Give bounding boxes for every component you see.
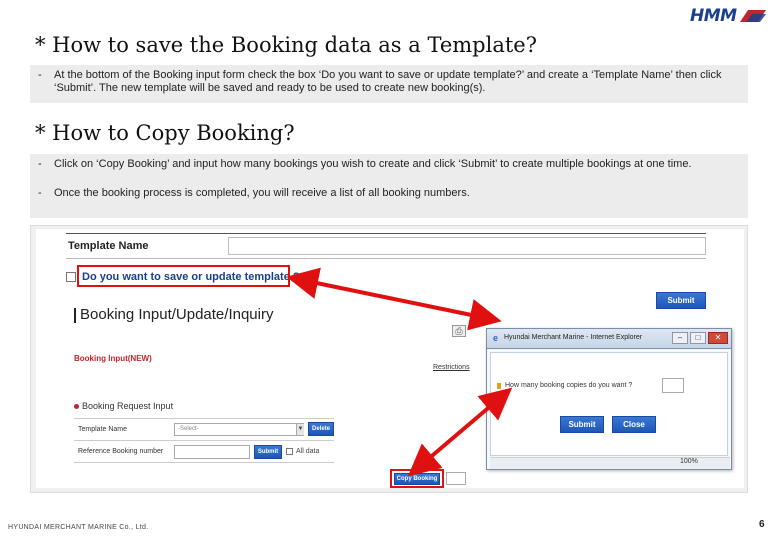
divider [66,258,706,259]
section1-heading: * How to save the Booking data as a Temp… [35,33,537,57]
popup-close-button[interactable]: Close [612,416,656,433]
footer-company: HYUNDAI MERCHANT MARINE Co., Ltd. [8,524,149,531]
bullet-icon [74,404,79,409]
booking-input-new-label: Booking Input(NEW) [74,354,152,363]
delete-template-button[interactable]: Delete [308,422,334,436]
template-name-row-label: Template Name [78,426,128,433]
hmm-logo-text: HMM [690,6,737,26]
copy-count-field[interactable] [446,472,466,485]
section1-note: - At the bottom of the Booking input for… [30,65,748,103]
section2-note-2: Once the booking process is completed, y… [54,187,470,199]
popup-body [490,352,728,456]
close-icon[interactable]: ✕ [708,332,728,344]
template-select[interactable]: -Select- [174,423,304,436]
save-template-checkbox[interactable] [66,272,76,282]
section2-note-1: Click on ‘Copy Booking’ and input how ma… [54,158,692,170]
booking-copies-input[interactable] [662,378,684,393]
zoom-level[interactable]: 100% [680,458,698,465]
note-dash: - [38,187,42,199]
maximize-icon[interactable]: □ [690,332,706,344]
reference-booking-label: Reference Booking number [78,448,164,455]
bullet-icon [497,383,501,389]
reference-submit-button[interactable]: Submit [254,445,282,459]
all-data-checkbox[interactable] [286,448,293,455]
chevron-down-icon[interactable]: ▼ [296,424,304,435]
browser-icon: e [493,333,499,343]
submit-template-button[interactable]: Submit [656,292,706,309]
page-number: 6 [759,519,765,530]
reference-booking-input[interactable] [174,445,250,459]
divider [74,418,334,419]
hmm-logo: HMM [690,6,770,30]
divider [74,462,334,463]
all-data-label: All data [296,448,320,455]
title-bar-mark [74,308,76,323]
section2-heading: * How to Copy Booking? [35,121,295,145]
booking-form-title: Booking Input/Update/Inquiry [80,306,274,323]
print-icon[interactable]: ⎙ [452,325,466,337]
booking-request-input-label: Booking Request Input [82,401,174,411]
template-name-input[interactable] [228,237,706,255]
logo-swoosh-icon [740,10,766,22]
highlight-box-save-template [77,265,290,287]
popup-question: How many booking copies do you want ? [505,382,633,389]
note-dash: - [38,158,42,170]
template-name-label: Template Name [68,240,149,252]
highlight-box-copy-booking [390,469,444,488]
popup-submit-button[interactable]: Submit [560,416,604,433]
section1-note-text: At the bottom of the Booking input form … [54,69,722,94]
divider [66,233,706,234]
section2-notes: - Click on ‘Copy Booking’ and input how … [30,154,748,218]
note-dash: - [38,69,42,81]
popup-title: Hyundai Merchant Marine - Internet Explo… [504,334,643,341]
divider [74,440,334,441]
restrictions-link[interactable]: Restrictions [433,364,470,371]
minimize-icon[interactable]: – [672,332,688,344]
